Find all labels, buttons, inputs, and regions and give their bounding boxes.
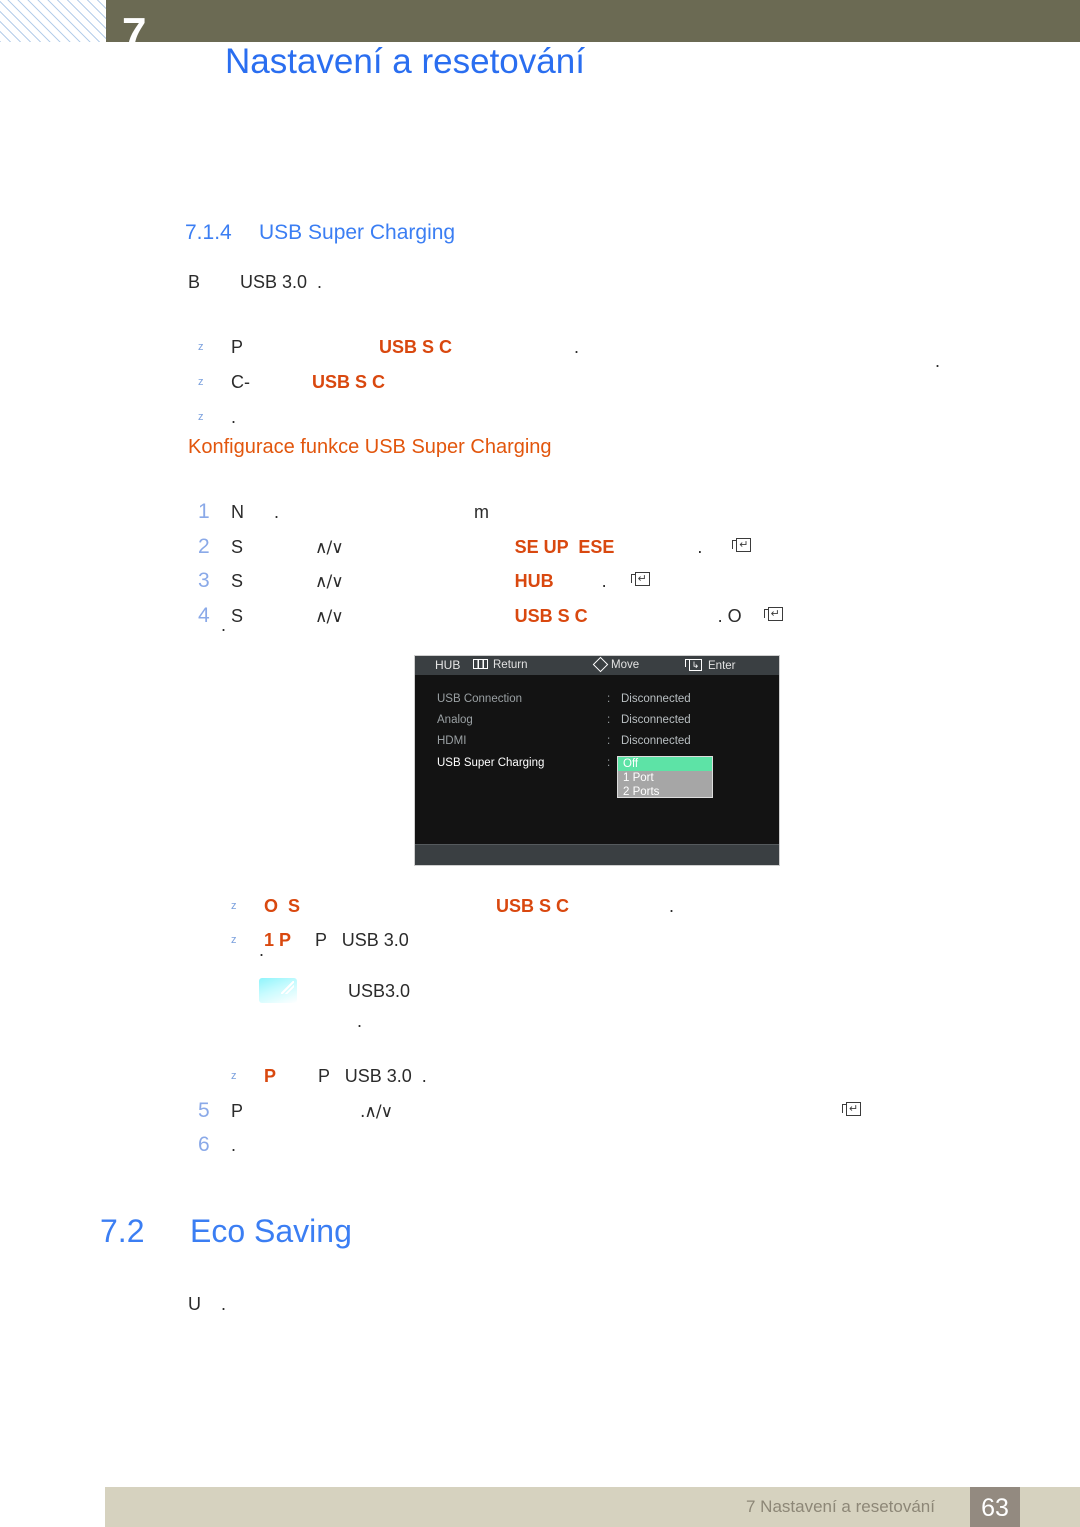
bullet-text-post: . — [669, 896, 675, 916]
bullet-item: z1 PP USB 3.0 — [221, 909, 409, 951]
osd-dropdown-usb-super-charging[interactable]: Off 1 Port 2 Ports — [617, 756, 713, 798]
section2-title: Eco Saving — [190, 1213, 352, 1249]
osd-dropdown-option-off[interactable]: Off — [618, 757, 712, 771]
enter-key-icon — [763, 607, 784, 625]
bullet-text-pre2: P USB 3.0 — [315, 930, 409, 950]
chapter-number: 7 — [122, 9, 147, 58]
diamond-dpad-icon — [592, 656, 609, 673]
procedure-step-continuation: . — [221, 615, 227, 635]
section2-intro-text: U . — [188, 1294, 227, 1314]
procedure-step: 5 P .∧/∨ — [188, 1078, 862, 1123]
step-accent-term: USB S C — [514, 606, 588, 626]
osd-row-value-analog: Disconnected — [621, 714, 691, 726]
osd-key-move-label: Move — [611, 659, 640, 671]
header-olive-bar — [106, 0, 1080, 42]
enter-key-icon — [732, 538, 752, 556]
section-title: USB Super Charging — [259, 221, 456, 244]
osd-row-label-usb-super-charging[interactable]: USB Super Charging — [437, 757, 544, 769]
osd-key-move[interactable]: Move — [592, 656, 640, 673]
osd-dropdown-option-2-ports[interactable]: 2 Ports — [618, 785, 712, 799]
osd-row-colon: : — [607, 735, 611, 747]
osd-dropdown-option-1-port[interactable]: 1 Port — [618, 771, 712, 785]
bullet-accent-term: USB S C — [379, 337, 453, 357]
osd-menu-title: HUB — [435, 658, 461, 672]
bullet-accent-term: USB S C — [312, 372, 386, 392]
bullet-marker-icon: z — [198, 411, 204, 423]
bullet-text-pre: 1 P — [264, 930, 292, 950]
procedure-step: 6. — [188, 1112, 236, 1157]
note-text: USB3.0 — [348, 981, 411, 1001]
osd-row-colon: : — [607, 693, 611, 705]
note-tag-icon — [259, 978, 297, 1003]
osd-row-label-usb-connection[interactable]: USB Connection — [437, 693, 522, 705]
osd-footer-bar — [415, 844, 779, 865]
page-title: Nastavení a resetování — [225, 42, 585, 81]
osd-menu-screenshot: HUB USB Connection : Disconnected Analog… — [414, 655, 780, 866]
osd-key-enter[interactable]: Enter — [685, 659, 736, 672]
menu-bars-icon — [473, 659, 488, 669]
section-heading-7-1-4: 7.1.4 USB Super Charging — [185, 221, 455, 245]
osd-row-colon: : — [607, 757, 611, 769]
section-intro-text: B USB 3.0 . — [188, 272, 323, 292]
bullet-item: z. — [188, 386, 236, 428]
osd-row-value-usb-connection: Disconnected — [621, 693, 691, 705]
up-down-arrow-icon: ∧/∨ — [315, 607, 344, 627]
step-text-a: S — [231, 606, 244, 626]
osd-row-value-hdmi: Disconnected — [621, 735, 691, 747]
bullet-text-post: . — [574, 337, 580, 357]
osd-row-label-analog[interactable]: Analog — [437, 714, 473, 726]
osd-key-return-label: Return — [493, 659, 528, 671]
section2-number: 7.2 — [100, 1213, 145, 1249]
osd-key-enter-label: Enter — [708, 660, 736, 672]
step-number: 4 — [198, 604, 210, 627]
note-text-continuation: . — [357, 1011, 363, 1031]
procedure-step: 4 S ∧/∨ USB S C . O — [188, 583, 784, 628]
procedure-title: Konfigurace funkce USB Super Charging — [188, 436, 552, 458]
bullet-accent-term: USB S C — [496, 896, 570, 916]
up-down-arrow-icon: .∧/∨ — [360, 1102, 393, 1122]
osd-row-colon: : — [607, 714, 611, 726]
page-number: 63 — [981, 1494, 1009, 1522]
step-text-tail: . O — [717, 606, 742, 626]
osd-key-return[interactable]: Return — [473, 659, 528, 671]
enter-key-icon — [685, 659, 703, 671]
bullet-continuation-text: . — [259, 940, 265, 960]
enter-key-icon — [842, 1102, 862, 1120]
bullet-line-tail: . — [935, 351, 941, 371]
section-heading-7-2: 7.2 Eco Saving — [100, 1213, 352, 1250]
step-text-a: . — [231, 1135, 237, 1155]
osd-row-label-hdmi[interactable]: HDMI — [437, 735, 466, 747]
section-number: 7.1.4 — [185, 221, 232, 244]
bullet-text-post: . — [231, 407, 237, 427]
step-text-tail: . — [697, 537, 703, 557]
page-header-band — [0, 0, 1080, 42]
step-number: 6 — [198, 1133, 210, 1156]
decorative-stripes — [0, 0, 106, 42]
footer-chapter-label: 7 Nastavení a resetování — [745, 1497, 935, 1516]
